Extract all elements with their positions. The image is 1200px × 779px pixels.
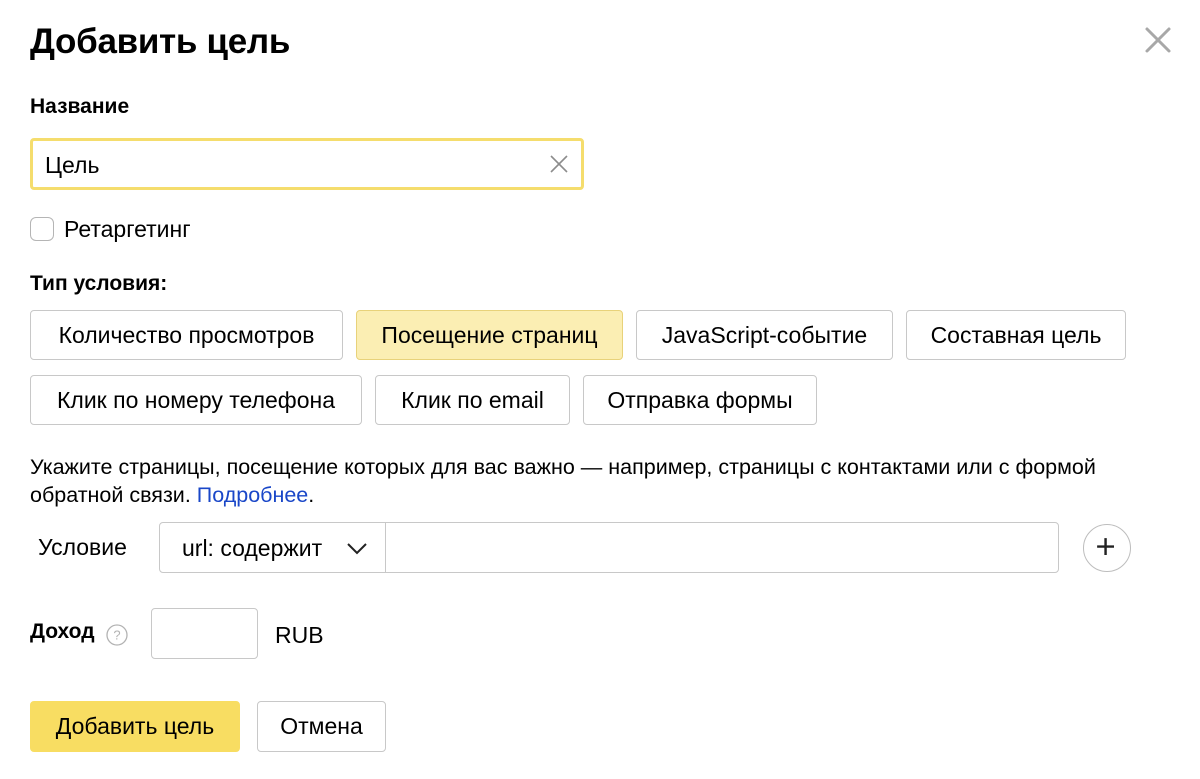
chevron-down-icon: [347, 543, 367, 555]
clear-icon[interactable]: [547, 152, 571, 176]
close-icon[interactable]: [1140, 22, 1176, 58]
dialog-title: Добавить цель: [30, 22, 291, 61]
chip-pageviews[interactable]: Количество просмотров: [30, 310, 343, 360]
plus-icon: [1097, 538, 1114, 555]
chip-javascript-event[interactable]: JavaScript-событие: [636, 310, 893, 360]
chip-email-click[interactable]: Клик по email: [375, 375, 570, 425]
chip-phone-click[interactable]: Клик по номеру телефона: [30, 375, 362, 425]
cancel-button[interactable]: Отмена: [257, 701, 386, 752]
condition-select[interactable]: url: содержит: [159, 522, 387, 573]
name-label: Название: [30, 95, 130, 118]
currency-label: RUB: [275, 622, 324, 648]
description: Укажите страницы, посещение которых для …: [30, 453, 1150, 509]
name-input-value: Цель: [45, 152, 100, 178]
income-label: Доход: [30, 620, 95, 643]
question-icon[interactable]: ?: [106, 624, 128, 646]
chip-form-submit[interactable]: Отправка формы: [583, 375, 817, 425]
condition-type-label: Тип условия:: [30, 272, 168, 295]
description-text: Укажите страницы, посещение которых для …: [30, 455, 1096, 507]
retargeting-label[interactable]: Ретаргетинг: [64, 216, 191, 243]
svg-text:?: ?: [113, 628, 120, 643]
condition-select-value: url: содержит: [182, 535, 323, 561]
condition-label: Условие: [38, 534, 127, 560]
more-link[interactable]: Подробнее: [197, 483, 309, 507]
chip-page-visit[interactable]: Посещение страниц: [356, 310, 623, 360]
add-condition-button[interactable]: [1083, 524, 1131, 572]
retargeting-checkbox[interactable]: [30, 217, 54, 241]
add-goal-button[interactable]: Добавить цель: [30, 701, 240, 752]
condition-url-input[interactable]: [385, 522, 1059, 573]
income-input[interactable]: [151, 608, 258, 659]
description-trailing: .: [308, 483, 315, 507]
chip-composite-goal[interactable]: Составная цель: [906, 310, 1126, 360]
name-input[interactable]: Цель: [30, 138, 584, 190]
